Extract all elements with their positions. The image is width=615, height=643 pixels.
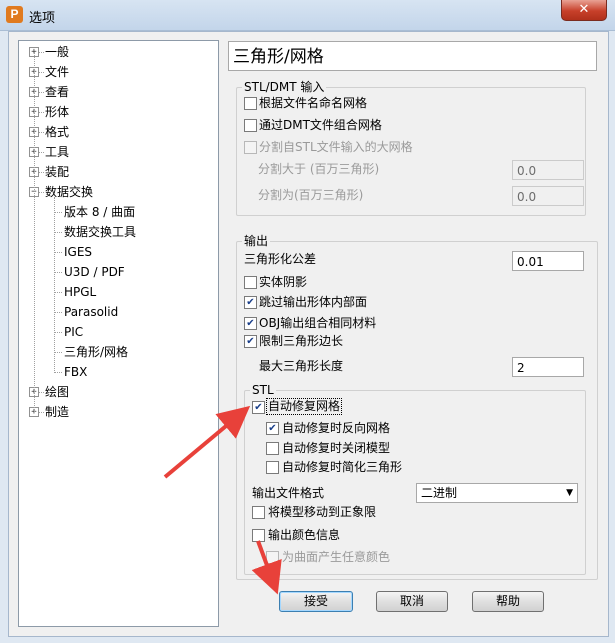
simplify-triangles-label: 自动修复时简化三角形 bbox=[282, 460, 403, 474]
chevron-down-icon: ▼ bbox=[566, 488, 573, 498]
split-into-field[interactable]: 0.0 bbox=[512, 186, 584, 206]
simplify-triangles-checkbox[interactable] bbox=[266, 461, 279, 474]
tree-item[interactable]: IGES bbox=[64, 242, 92, 262]
title-bar: P 选项 ✕ bbox=[0, 0, 615, 31]
tree-item[interactable]: 绘图 bbox=[45, 382, 69, 402]
name-by-file-checkbox[interactable] bbox=[244, 97, 257, 110]
options-tree[interactable]: + 一般 + 文件 + 查看 + 形体 + 格式 + 工具 + 装配 − 数据交换 版本 8 / 曲面 数据交换工… bbox=[18, 40, 219, 627]
move-positive-checkbox[interactable] bbox=[252, 506, 265, 519]
obj-combine-checkbox[interactable]: ✔ bbox=[244, 317, 257, 330]
export-color-label: 输出颜色信息 bbox=[268, 528, 341, 542]
auto-repair-label: 自动修复网格 bbox=[265, 398, 343, 415]
name-by-file-label: 根据文件名命名网格 bbox=[259, 96, 368, 110]
tree-item[interactable]: 装配 bbox=[45, 162, 69, 182]
tree-item[interactable]: 文件 bbox=[45, 62, 69, 82]
tree-connector bbox=[54, 292, 62, 293]
tolerance-field[interactable]: 0.01 bbox=[512, 251, 584, 271]
tree-connector bbox=[39, 412, 44, 413]
window-title: 选项 bbox=[29, 11, 56, 26]
surface-color-label: 为曲面产生任意颜色 bbox=[282, 550, 391, 564]
tolerance-label: 三角形化公差 bbox=[244, 252, 317, 266]
output-format-value: 二进制 bbox=[421, 486, 458, 500]
combine-dmt-label: 通过DMT文件组合网格 bbox=[259, 118, 382, 132]
tree-connector bbox=[54, 372, 62, 373]
tree-item[interactable]: FBX bbox=[64, 362, 87, 382]
tree-connector bbox=[54, 232, 62, 233]
tree-item[interactable]: 工具 bbox=[45, 142, 69, 162]
surface-color-checkbox[interactable] bbox=[266, 551, 279, 564]
tree-connector bbox=[39, 132, 44, 133]
split-large-checkbox[interactable] bbox=[244, 141, 257, 154]
tree-item[interactable]: 数据交换工具 bbox=[64, 222, 136, 242]
page-title: 三角形/网格 bbox=[228, 41, 597, 71]
tree-item[interactable]: 形体 bbox=[45, 102, 69, 122]
tree-item[interactable]: 一般 bbox=[45, 42, 69, 62]
import-group-title: STL/DMT 输入 bbox=[242, 80, 327, 94]
split-above-label: 分割大于 (百万三角形) bbox=[258, 162, 380, 176]
tree-connector bbox=[39, 112, 44, 113]
tree-connector bbox=[54, 272, 62, 273]
tree-item[interactable]: 查看 bbox=[45, 82, 69, 102]
skip-internal-checkbox[interactable]: ✔ bbox=[244, 296, 257, 309]
split-into-label: 分割为(百万三角形) bbox=[258, 188, 364, 202]
tree-connector bbox=[39, 172, 44, 173]
max-edge-field[interactable]: 2 bbox=[512, 357, 584, 377]
auto-repair-checkbox[interactable]: ✔ bbox=[252, 401, 265, 414]
reverse-mesh-checkbox[interactable]: ✔ bbox=[266, 422, 279, 435]
close-model-label: 自动修复时关闭模型 bbox=[282, 441, 391, 455]
tree-connector bbox=[39, 92, 44, 93]
tree-connector bbox=[39, 192, 44, 193]
tree-connector bbox=[39, 72, 44, 73]
tree-guide bbox=[54, 197, 55, 373]
limit-edge-checkbox[interactable]: ✔ bbox=[244, 335, 257, 348]
close-model-checkbox[interactable] bbox=[266, 442, 279, 455]
tree-item[interactable]: 三角形/网格 bbox=[64, 342, 129, 362]
tree-item[interactable]: 格式 bbox=[45, 122, 69, 142]
tree-item[interactable]: PIC bbox=[64, 322, 83, 342]
solid-shading-label: 实体阴影 bbox=[259, 275, 308, 289]
tree-item[interactable]: HPGL bbox=[64, 282, 96, 302]
reverse-mesh-label: 自动修复时反向网格 bbox=[282, 421, 391, 435]
export-color-checkbox[interactable] bbox=[252, 529, 265, 542]
output-group-title: 输出 bbox=[242, 234, 271, 248]
tree-item[interactable]: 数据交换 bbox=[45, 182, 93, 202]
tree-connector bbox=[54, 352, 62, 353]
tree-connector bbox=[54, 252, 62, 253]
combine-dmt-checkbox[interactable] bbox=[244, 119, 257, 132]
split-above-field[interactable]: 0.0 bbox=[512, 160, 584, 180]
tree-item[interactable]: Parasolid bbox=[64, 302, 118, 322]
cancel-button[interactable]: 取消 bbox=[376, 591, 448, 612]
tree-connector bbox=[54, 212, 62, 213]
tree-connector bbox=[39, 392, 44, 393]
tree-connector bbox=[39, 52, 44, 53]
output-format-label: 输出文件格式 bbox=[252, 486, 325, 500]
solid-shading-checkbox[interactable] bbox=[244, 276, 257, 289]
accept-button[interactable]: 接受 bbox=[279, 591, 353, 612]
close-button[interactable]: ✕ bbox=[561, 0, 607, 21]
tree-connector bbox=[54, 332, 62, 333]
max-edge-label: 最大三角形长度 bbox=[259, 359, 344, 373]
tree-guide bbox=[34, 52, 35, 412]
split-large-label: 分割自STL文件输入的大网格 bbox=[259, 140, 413, 154]
obj-combine-label: OBJ输出组合相同材料 bbox=[259, 316, 377, 330]
help-button[interactable]: 帮助 bbox=[472, 591, 544, 612]
app-icon: P bbox=[6, 6, 23, 23]
limit-edge-label: 限制三角形边长 bbox=[259, 334, 344, 348]
stl-group-title: STL bbox=[250, 383, 276, 397]
tree-item[interactable]: 版本 8 / 曲面 bbox=[64, 202, 135, 222]
output-format-select[interactable]: 二进制 ▼ bbox=[416, 483, 578, 503]
tree-item[interactable]: U3D / PDF bbox=[64, 262, 125, 282]
skip-internal-label: 跳过输出形体内部面 bbox=[259, 295, 368, 309]
tree-connector bbox=[39, 152, 44, 153]
tree-connector bbox=[54, 312, 62, 313]
tree-item[interactable]: 制造 bbox=[45, 402, 69, 422]
move-positive-label: 将模型移动到正象限 bbox=[268, 505, 377, 519]
